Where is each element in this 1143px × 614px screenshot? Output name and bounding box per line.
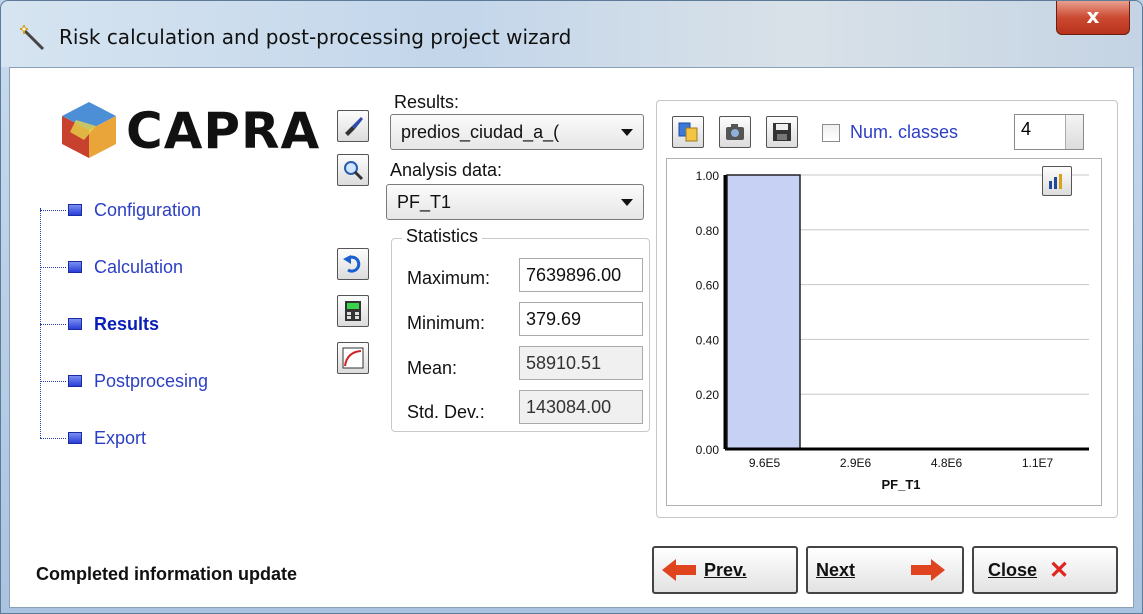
x-tick-label: 9.6E5 (749, 456, 781, 470)
spinner-arrows-icon[interactable] (1065, 115, 1083, 149)
results-dropdown[interactable]: predios_ciudad_a_( (390, 114, 644, 150)
maximum-value: 7639896.00 (519, 258, 643, 292)
chevron-down-icon (621, 129, 633, 136)
y-tick-label: 1.00 (696, 169, 720, 183)
y-tick-label: 0.80 (696, 224, 720, 238)
nav-label: Results (94, 313, 160, 334)
save-button[interactable] (766, 116, 798, 148)
capra-logo: CAPRA (56, 96, 319, 166)
close-label: Close (988, 559, 1038, 580)
nav-bullet-icon (68, 318, 82, 330)
nav-label: Calculation (94, 256, 184, 277)
x-tick-label: 4.8E6 (931, 456, 963, 470)
nav-bullet-icon (68, 261, 82, 273)
title-bar: Risk calculation and post-processing pro… (1, 1, 1142, 67)
wizard-window: Risk calculation and post-processing pro… (0, 0, 1143, 614)
results-selected: predios_ciudad_a_( (401, 122, 560, 142)
next-label: Next (816, 559, 856, 580)
logo-text: CAPRA (126, 102, 321, 160)
nav-bullet-icon (68, 375, 82, 387)
minimum-value: 379.69 (519, 302, 643, 336)
nav-bullet-icon (68, 432, 82, 444)
analysis-data-dropdown[interactable]: PF_T1 (386, 184, 644, 220)
minimum-label: Minimum: (407, 313, 486, 333)
nav-bullet-icon (68, 204, 82, 216)
analysis-selected: PF_T1 (397, 192, 452, 212)
nav-item-calculation[interactable]: Calculation (40, 255, 183, 279)
chart-settings-button[interactable] (1042, 166, 1072, 196)
next-button[interactable]: Next (806, 546, 964, 594)
magnifier-icon (344, 161, 364, 181)
undo-button[interactable] (337, 248, 369, 280)
brush-icon (345, 117, 363, 136)
y-tick-label: 0.00 (696, 443, 720, 457)
num-classes-label: Num. classes (850, 122, 959, 142)
num-classes-spinner[interactable]: 4 (1014, 114, 1084, 150)
chevron-down-icon (621, 199, 633, 206)
nav-item-configuration[interactable]: Configuration (40, 198, 201, 222)
wizard-client-area: CAPRA Configuration Calculation Results … (9, 67, 1134, 608)
x-tick-label: 2.9E6 (840, 456, 872, 470)
calculator-button[interactable] (337, 295, 369, 327)
calculator-icon (345, 301, 361, 321)
analysis-data-label: Analysis data: (390, 160, 503, 180)
statistics-title: Statistics (402, 226, 483, 247)
undo-icon (343, 255, 361, 273)
capra-logo-icon (62, 102, 116, 158)
mean-label: Mean: (407, 358, 458, 378)
num-classes-value: 4 (1021, 119, 1032, 139)
close-x-icon: ✕ (1049, 556, 1070, 584)
std-dev-label: Std. Dev.: (407, 402, 485, 422)
window-title: Risk calculation and post-processing pro… (59, 25, 572, 49)
y-tick-label: 0.20 (696, 388, 720, 402)
std-dev-value: 143084.00 (519, 390, 643, 424)
nav-label: Configuration (94, 199, 202, 220)
snapshot-button[interactable] (719, 116, 751, 148)
y-tick-label: 0.40 (696, 333, 720, 347)
nav-item-export[interactable]: Export (40, 426, 146, 450)
nav-label: Postprocesing (94, 370, 209, 391)
arrow-left-icon (662, 559, 696, 581)
copy-icon (678, 122, 698, 142)
y-tick-label: 0.60 (696, 279, 720, 293)
floppy-disk-icon (773, 123, 791, 141)
close-button[interactable]: Close ✕ (972, 546, 1118, 594)
edit-button[interactable] (337, 110, 369, 142)
wizard-wand-icon (20, 25, 45, 51)
curve-button[interactable] (337, 342, 369, 374)
chart-settings-icon (1049, 174, 1062, 189)
nav-item-results[interactable]: Results (40, 312, 159, 336)
status-message: Completed information update (36, 564, 297, 584)
curve-icon (342, 347, 364, 369)
x-tick-label: 1.1E7 (1022, 456, 1054, 470)
num-classes-checkbox[interactable] (822, 124, 840, 142)
histogram-svg: 0.00 0.20 0.40 0.60 0.80 1.00 9.6E5 2.9E6 4.8E6 1… (696, 169, 1089, 492)
zoom-button[interactable] (337, 154, 369, 186)
window-close-button[interactable]: x (1056, 1, 1130, 35)
nav-item-postprocesing[interactable]: Postprocesing (40, 369, 208, 393)
prev-label: Prev. (704, 559, 747, 580)
mean-value: 58910.51 (519, 346, 643, 380)
histogram-bar (726, 174, 801, 450)
arrow-right-icon (911, 559, 946, 581)
nav-label: Export (94, 427, 147, 448)
prev-button[interactable]: Prev. (652, 546, 798, 594)
results-label: Results: (394, 92, 460, 112)
x-axis-label: PF_T1 (881, 477, 920, 492)
histogram-chart: 0.00 0.20 0.40 0.60 0.80 1.00 9.6E5 2.9E6 4.8E6 1… (666, 158, 1102, 506)
copy-button[interactable] (672, 116, 704, 148)
camera-icon (726, 124, 744, 140)
maximum-label: Maximum: (407, 268, 491, 288)
